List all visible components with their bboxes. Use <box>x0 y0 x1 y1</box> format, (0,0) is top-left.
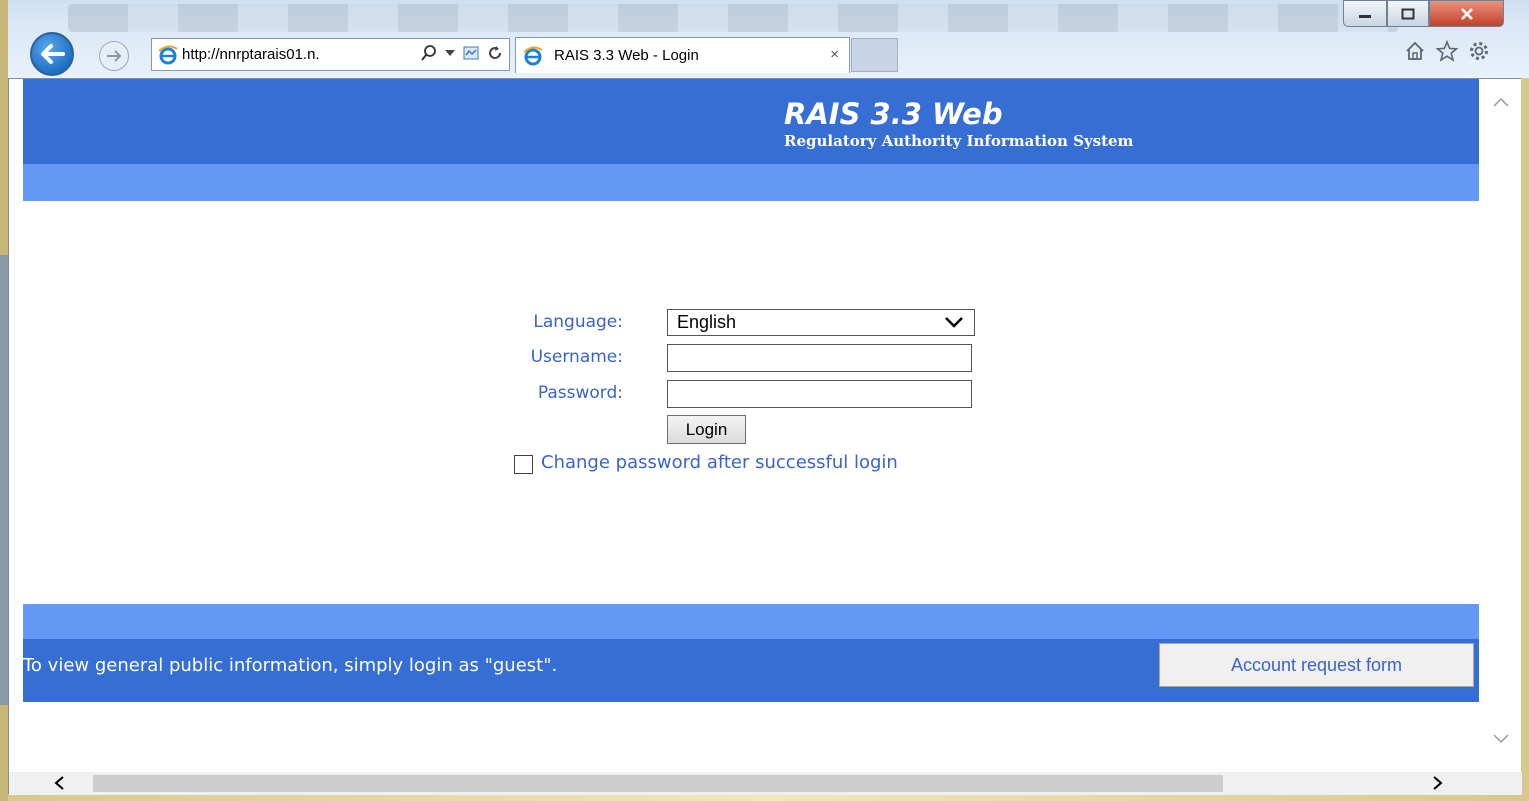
tab-rais-login[interactable]: RAIS 3.3 Web - Login × <box>515 37 850 73</box>
minimize-button[interactable] <box>1343 0 1387 27</box>
vertical-scrollbar[interactable] <box>1479 79 1521 772</box>
refresh-icon[interactable] <box>487 45 503 61</box>
tab-title: RAIS 3.3 Web - Login <box>554 47 699 64</box>
window-frame: http://nnrptarais01.n. RAIS 3.3 Web - Lo… <box>0 0 1529 801</box>
arrow-right-icon <box>107 50 122 62</box>
page-viewport: RAIS 3.3 Web Regulatory Authority Inform… <box>8 78 1522 795</box>
close-window-button[interactable] <box>1429 0 1504 27</box>
forward-button[interactable] <box>99 41 129 71</box>
dropdown-arrow-icon[interactable] <box>445 49 455 57</box>
password-label: Password: <box>537 383 623 403</box>
app-title: RAIS 3.3 Web <box>784 97 1003 131</box>
maximize-icon <box>1401 8 1415 19</box>
username-label: Username: <box>530 347 623 367</box>
app-subtitle: Regulatory Authority Information System <box>784 132 1134 150</box>
scroll-right-icon[interactable] <box>1432 772 1444 794</box>
close-icon <box>1460 7 1473 20</box>
username-field[interactable] <box>667 344 972 372</box>
login-button[interactable]: Login <box>667 415 746 444</box>
favorites-star-icon[interactable] <box>1436 40 1458 62</box>
horizontal-scroll-thumb[interactable] <box>93 775 1223 792</box>
language-select[interactable]: English <box>667 309 975 336</box>
account-request-button[interactable]: Account request form <box>1159 643 1474 687</box>
scroll-up-icon[interactable] <box>1493 97 1509 107</box>
header-light-band <box>23 164 1479 201</box>
language-label: Language: <box>533 312 623 332</box>
ie-logo-icon <box>158 45 178 65</box>
page-header <box>23 79 1479 164</box>
change-password-checkbox[interactable] <box>514 455 533 474</box>
guest-info-text: To view general public information, simp… <box>23 655 558 676</box>
blurred-background-area <box>68 4 1398 32</box>
footer-light-band <box>23 604 1479 639</box>
settings-gear-icon[interactable] <box>1468 40 1490 62</box>
minimize-icon <box>1359 14 1371 18</box>
back-button[interactable] <box>30 32 74 76</box>
browser-chrome: http://nnrptarais01.n. RAIS 3.3 Web - Lo… <box>8 0 1529 78</box>
maximize-button[interactable] <box>1387 0 1429 27</box>
horizontal-scrollbar[interactable] <box>9 772 1522 795</box>
window-border-left <box>0 0 8 801</box>
browser-toolbar-icons <box>1404 40 1490 62</box>
ie-logo-icon <box>523 46 543 66</box>
scroll-down-icon[interactable] <box>1493 734 1509 744</box>
scroll-left-icon[interactable] <box>53 772 65 794</box>
tab-close-icon[interactable]: × <box>830 46 839 63</box>
password-field[interactable] <box>667 380 972 408</box>
language-select-value: English <box>677 312 737 332</box>
new-tab-button[interactable] <box>851 38 898 72</box>
address-bar[interactable]: http://nnrptarais01.n. <box>151 38 510 71</box>
arrow-left-icon <box>41 44 65 64</box>
window-controls <box>1343 0 1504 27</box>
search-icon[interactable] <box>421 45 437 61</box>
home-icon[interactable] <box>1404 40 1426 62</box>
change-password-label[interactable]: Change password after successful login <box>541 452 898 473</box>
chevron-down-icon <box>945 317 963 328</box>
address-url[interactable]: http://nnrptarais01.n. <box>182 46 320 63</box>
compatibility-view-icon[interactable] <box>463 46 479 60</box>
